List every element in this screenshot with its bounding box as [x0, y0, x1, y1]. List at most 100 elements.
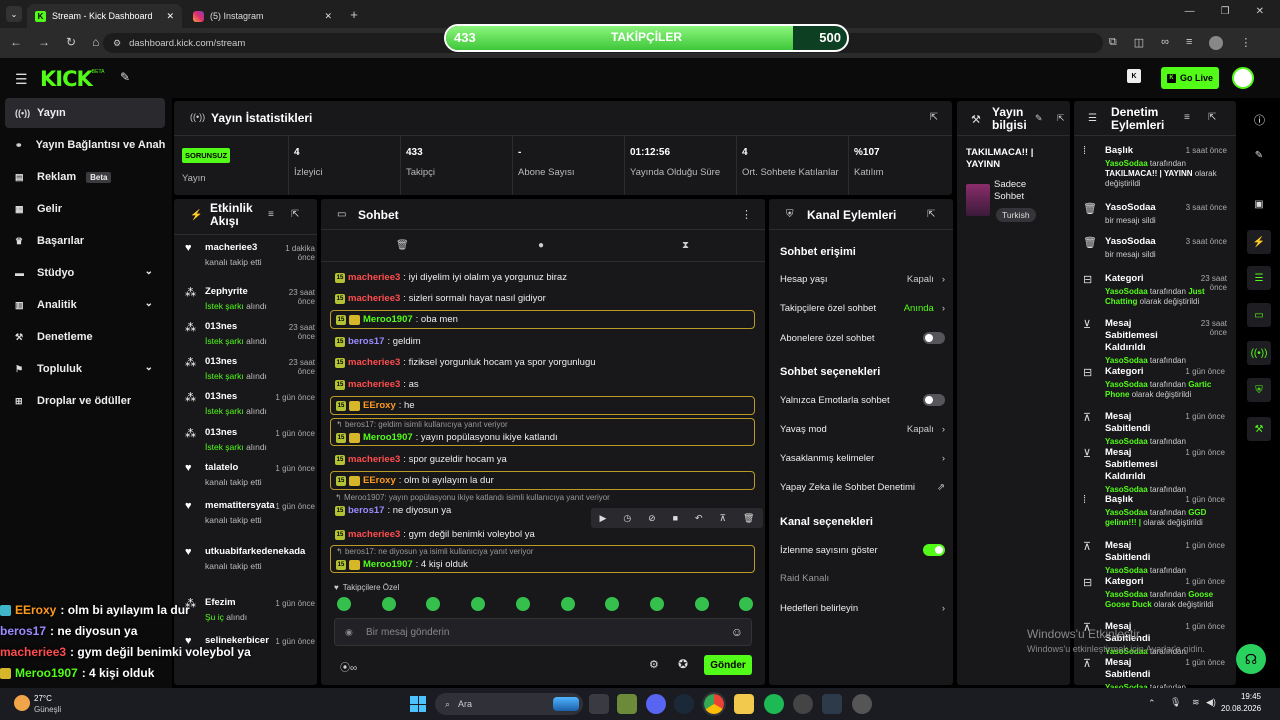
- activity-item[interactable]: ⁂ 013nes İstek şarkı alındı 23 saat önce: [185, 356, 315, 390]
- activity-item[interactable]: ♥ utkuabifarkedenekada kanalı takip etti: [185, 546, 309, 580]
- chat-username[interactable]: macheriee3: [348, 272, 400, 283]
- close-window-icon[interactable]: ✕: [1256, 6, 1264, 17]
- banned-words-row[interactable]: Yasaklanmış kelimeler ›: [780, 453, 945, 464]
- site-info-icon[interactable]: ⚙: [113, 38, 121, 49]
- followers-chat-row[interactable]: Takipçilere özel sohbet Anında ›: [780, 303, 945, 314]
- chat-message[interactable]: 15 macheriee3: iyi diyelim iyi olalım ya …: [330, 270, 755, 286]
- set-goals-row[interactable]: Hedefleri belirleyin ›: [780, 603, 945, 614]
- popout-icon[interactable]: ⇱: [291, 209, 299, 220]
- chat-message[interactable]: ↰ beros17: ne diyosun ya isimli kullanıc…: [330, 545, 755, 573]
- filter-icon[interactable]: ≡: [268, 209, 274, 220]
- popout-icon[interactable]: ⇱: [927, 209, 935, 220]
- activity-item[interactable]: ⁂ Zephyrite İstek şarkı alındı 23 saat önce: [185, 286, 315, 320]
- extensions-icon[interactable]: ⧉: [1109, 36, 1117, 50]
- volume-icon[interactable]: ◀): [1206, 697, 1216, 708]
- new-tab-icon[interactable]: +: [346, 6, 362, 22]
- taskbar-app-obs-icon[interactable]: [793, 694, 813, 714]
- popout-icon[interactable]: ⇱: [1057, 113, 1065, 124]
- chat-username[interactable]: macheriee3: [348, 293, 400, 304]
- chat-message[interactable]: 15 Meroo1907: oba men: [330, 310, 755, 329]
- chat-user-icon[interactable]: ⦿∞: [340, 659, 357, 674]
- hide-icon[interactable]: ⊘: [648, 513, 656, 524]
- taskbar-app-steam-icon[interactable]: [674, 694, 694, 714]
- wifi-icon[interactable]: ≋: [1192, 697, 1200, 708]
- screenshot-icon[interactable]: ◫: [1134, 36, 1144, 50]
- emote-only-toggle[interactable]: [923, 394, 945, 406]
- microphone-icon[interactable]: 🎙: [1170, 697, 1181, 708]
- user-avatar[interactable]: [1232, 67, 1254, 89]
- broadcast-rail-icon[interactable]: ((•)): [1247, 341, 1271, 365]
- chat-rail-icon[interactable]: ▭: [1247, 303, 1271, 327]
- sidebar-item-0[interactable]: ((•)) Yayın: [5, 98, 165, 128]
- close-icon[interactable]: ✕: [166, 11, 174, 22]
- taskbar-app-chrome-icon[interactable]: [702, 692, 726, 716]
- sidebar-item-4[interactable]: ♛ Başarılar: [5, 226, 165, 256]
- activity-item[interactable]: ⁂ 013nes İstek şarkı alındı 1 gün önce: [185, 391, 315, 425]
- emoji-picker-icon[interactable]: ☺: [731, 625, 743, 639]
- kick-k-icon[interactable]: K: [1127, 69, 1141, 83]
- sidebar-item-9[interactable]: ⊞ Droplar ve ödüller: [5, 386, 165, 416]
- hamburger-menu-icon[interactable]: ☰: [15, 71, 28, 88]
- chat-message[interactable]: 15 EEroxy: olm bi ayılayım la dur: [330, 471, 755, 490]
- emote-icon[interactable]: [471, 597, 486, 611]
- tab-kick-dashboard[interactable]: K Stream - Kick Dashboard ✕: [27, 4, 182, 28]
- share-link-icon[interactable]: ∞: [1161, 36, 1169, 50]
- tab-list-icon[interactable]: ⌄: [6, 6, 22, 22]
- chat-message[interactable]: 15 macheriee3: gym değil benimki voleybol…: [330, 527, 755, 543]
- profile-avatar[interactable]: [1209, 36, 1224, 50]
- emote-icon[interactable]: [694, 597, 709, 611]
- sidebar-item-1[interactable]: ⚭ Yayın Bağlantısı ve Anahtarı: [5, 130, 165, 160]
- emote-icon[interactable]: [515, 597, 530, 611]
- activity-item[interactable]: ⁂ 013nes İstek şarkı alındı 1 gün önce: [185, 427, 315, 461]
- ai-moderation-row[interactable]: Yapay Zeka ile Sohbet Denetimi ⇗: [780, 482, 945, 493]
- sidebar-item-6[interactable]: ▥ Analitik ⌄: [5, 290, 165, 320]
- chat-message[interactable]: ↰ beros17: geldim isimli kullanıcıya yan…: [330, 418, 755, 446]
- chat-username[interactable]: EEroxy: [363, 475, 396, 486]
- activity-rail-icon[interactable]: ⚡: [1247, 230, 1271, 254]
- timeout-clock-icon[interactable]: ◷: [623, 513, 631, 524]
- menu-kebab-icon[interactable]: ⋮: [1240, 36, 1251, 50]
- delete-icon[interactable]: 🗑: [743, 513, 754, 524]
- chat-menu-kebab-icon[interactable]: ⋮: [741, 208, 752, 221]
- edit-layout-icon[interactable]: ✎: [1247, 143, 1271, 167]
- reply-icon[interactable]: ↶: [695, 513, 703, 524]
- chat-message[interactable]: 15 macheriee3: spor guzeldir hocam ya: [330, 452, 755, 468]
- pin-icon[interactable]: ⊼: [719, 513, 726, 524]
- home-icon[interactable]: ⌂: [92, 35, 99, 49]
- kick-logo[interactable]: KICK BETA: [40, 67, 104, 91]
- chat-username[interactable]: EEroxy: [363, 400, 396, 411]
- activity-item[interactable]: ♥ mematitersyatan kanalı takip etti 1 gün ö…: [185, 500, 315, 534]
- chat-settings-gear-icon[interactable]: ⚙: [649, 658, 659, 671]
- sidebar-item-7[interactable]: ⚒ Denetleme: [5, 322, 165, 352]
- sidebar-item-2[interactable]: ▤ Reklam Beta: [5, 162, 165, 192]
- chat-message[interactable]: 15 EEroxy: he: [330, 396, 755, 415]
- slow-mode-hourglass-icon[interactable]: ⧗: [682, 240, 689, 251]
- activity-item[interactable]: ♥ macheriee3 kanalı takip etti 1 dakika önc…: [185, 242, 315, 276]
- chat-username[interactable]: macheriee3: [348, 357, 400, 368]
- raid-channel-row[interactable]: Raid Kanalı: [780, 573, 945, 584]
- bot-icon[interactable]: ✪: [678, 657, 688, 671]
- chat-username[interactable]: Meroo1907: [363, 432, 413, 443]
- chat-message[interactable]: 15 macheriee3: fiziksel yorgunluk hocam y…: [330, 355, 755, 371]
- activity-item[interactable]: ♥ talatelo kanalı takip etti 1 gün önce: [185, 462, 315, 496]
- chat-modes-icon[interactable]: ●: [538, 240, 544, 251]
- forward-icon[interactable]: →: [38, 35, 50, 49]
- chat-message[interactable]: 15 macheriee3: as: [330, 377, 755, 393]
- emote-icon[interactable]: [560, 597, 575, 611]
- taskbar-app-discord-icon[interactable]: [646, 694, 666, 714]
- show-viewers-toggle[interactable]: [923, 544, 945, 556]
- filter-icon[interactable]: ≡: [1184, 112, 1190, 123]
- taskbar-app-minecraft-icon[interactable]: [617, 694, 637, 714]
- send-button[interactable]: Gönder: [704, 655, 752, 675]
- slow-mode-row[interactable]: Yavaş mod Kapalı ›: [780, 424, 945, 435]
- chat-username[interactable]: macheriee3: [348, 529, 400, 540]
- taskbar-app-editor-icon[interactable]: [822, 694, 842, 714]
- subs-chat-toggle[interactable]: [923, 332, 945, 344]
- activity-item[interactable]: ⁂ 013nes İstek şarkı alındı 23 saat önce: [185, 321, 315, 355]
- sidebar-item-5[interactable]: ▬ Stüdyo ⌄: [5, 258, 165, 288]
- chat-username[interactable]: macheriee3: [348, 379, 400, 390]
- chat-username[interactable]: Meroo1907: [363, 559, 413, 570]
- windows-start-icon[interactable]: [410, 696, 426, 712]
- emote-icon[interactable]: [381, 597, 396, 611]
- wrench-rail-icon[interactable]: ⚒: [1247, 417, 1271, 441]
